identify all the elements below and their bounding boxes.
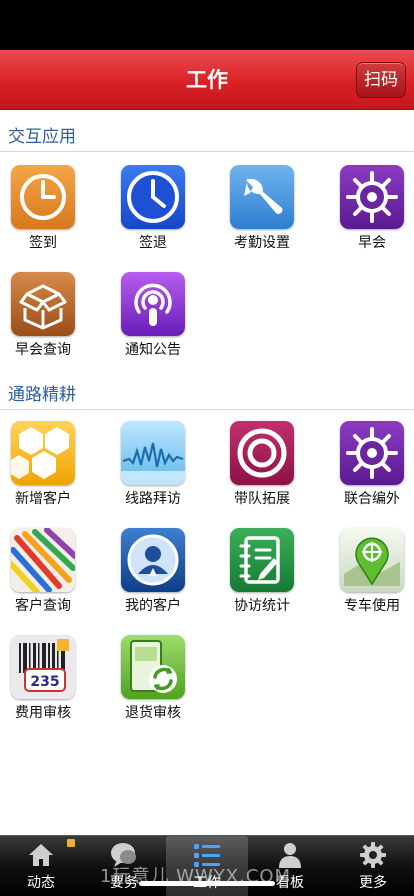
barcode-icon: 235 — [11, 635, 75, 699]
app-announcements[interactable]: 通知公告 — [113, 272, 193, 372]
app-sign-out[interactable]: 签退 — [113, 165, 193, 265]
app-sign-in[interactable]: 签到 — [3, 165, 83, 265]
app-label: 新增客户 — [15, 491, 71, 507]
section-title-interactive-apps: 交互应用 — [8, 127, 76, 147]
clock-icon — [11, 165, 75, 229]
app-attendance-settings[interactable]: 考勤设置 — [222, 165, 302, 265]
clock-icon — [121, 165, 185, 229]
tab-label: 动态 — [27, 875, 55, 891]
tab-more[interactable]: 更多 — [332, 836, 414, 896]
header-bar: 工作 扫码 — [0, 50, 414, 110]
tab-dynamics[interactable]: 动态 — [0, 836, 82, 896]
section-divider — [0, 409, 414, 410]
app-label: 早会查询 — [15, 342, 71, 358]
app-customer-query[interactable]: 客户查询 — [3, 528, 83, 628]
box-icon — [11, 272, 75, 336]
app-my-customers[interactable]: 我的客户 — [113, 528, 193, 628]
app-joint-external[interactable]: 联合编外 — [332, 421, 412, 521]
app-label: 考勤设置 — [234, 235, 290, 251]
app-label: 退货审核 — [125, 705, 181, 721]
app-label: 签退 — [139, 235, 167, 251]
podcast-icon — [121, 272, 185, 336]
app-visit-statistics[interactable]: 协访统计 — [222, 528, 302, 628]
hexagon-icon — [11, 421, 75, 485]
ring-icon — [230, 421, 294, 485]
helm-icon — [340, 421, 404, 485]
pencils-icon — [11, 528, 75, 592]
tab-label: 更多 — [359, 875, 387, 891]
home-icon — [29, 844, 53, 866]
app-route-visit[interactable]: 线路拜访 — [113, 421, 193, 521]
app-label: 费用审核 — [15, 705, 71, 721]
app-label: 我的客户 — [125, 598, 181, 614]
app-label: 通知公告 — [125, 342, 181, 358]
home-indicator — [139, 881, 275, 886]
app-team-expansion[interactable]: 带队拓展 — [222, 421, 302, 521]
app-add-customer[interactable]: 新增客户 — [3, 421, 83, 521]
app-label: 线路拜访 — [125, 491, 181, 507]
waveform-icon — [121, 421, 185, 485]
user-icon — [121, 528, 185, 592]
notification-badge — [67, 839, 75, 847]
app-label: 签到 — [29, 235, 57, 251]
app-label: 客户查询 — [15, 598, 71, 614]
app-meeting-query[interactable]: 早会查询 — [3, 272, 83, 372]
app-label: 专车使用 — [344, 598, 400, 614]
app-morning-meeting[interactable]: 早会 — [332, 165, 412, 265]
page-title: 工作 — [186, 68, 228, 92]
status-bar — [0, 0, 414, 50]
wrench-icon — [230, 165, 294, 229]
scan-button[interactable]: 扫码 — [356, 62, 406, 98]
app-return-review[interactable]: 退货审核 — [113, 635, 193, 735]
app-car-usage[interactable]: 专车使用 — [332, 528, 412, 628]
app-label: 协访统计 — [234, 598, 290, 614]
section-divider — [0, 151, 414, 152]
app-label: 带队拓展 — [234, 491, 290, 507]
helm-icon — [340, 165, 404, 229]
map-pin-icon — [340, 528, 404, 592]
section-title-channel: 通路精耕 — [8, 385, 76, 405]
svg-text:235: 235 — [30, 674, 59, 690]
app-expense-review[interactable]: 235 费用审核 — [3, 635, 83, 735]
refresh-icon — [121, 635, 185, 699]
notebook-icon — [230, 528, 294, 592]
gear-icon — [360, 842, 386, 868]
app-label: 早会 — [358, 235, 386, 251]
app-label: 联合编外 — [344, 491, 400, 507]
